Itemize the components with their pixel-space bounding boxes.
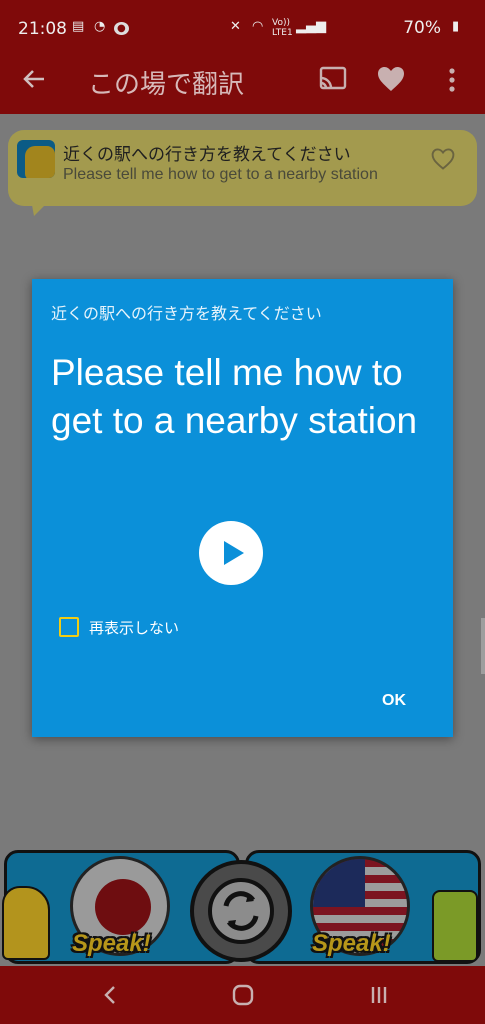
mute-icon: ✕: [230, 19, 241, 34]
dialog-subtitle: 近くの駅への行き方を教えてください: [51, 304, 322, 323]
nav-back-icon[interactable]: [96, 980, 126, 1010]
speaker-avatar-icon: [17, 140, 55, 178]
translation-dialog: 近くの駅への行き方を教えてください Please tell me how to …: [32, 279, 453, 737]
green-character-icon: [432, 890, 478, 962]
notification-icon: ◔: [94, 19, 106, 34]
signal-icon: ▂▄▆: [296, 19, 326, 34]
page-title: この場で翻訳: [88, 70, 245, 100]
back-arrow-icon[interactable]: [20, 65, 48, 93]
speak-japanese-label[interactable]: Speak!: [72, 930, 151, 958]
battery-percent: 70%: [403, 18, 441, 38]
sim-icon: ▤: [72, 19, 85, 34]
dialog-translation: Please tell me how to get to a nearby st…: [51, 352, 418, 441]
phrase-english: Please tell me how to get to a nearby st…: [63, 166, 378, 183]
yellow-character-icon: [2, 886, 50, 960]
speak-bar: Speak! Speak!: [0, 848, 485, 966]
network-label: Vo)) LTE1: [272, 18, 293, 38]
phrase-japanese: 近くの駅への行き方を教えてください: [63, 145, 351, 165]
swap-arrows-icon: [208, 878, 274, 944]
status-time: 21:08: [18, 19, 67, 39]
dont-show-again-checkbox[interactable]: [59, 617, 79, 637]
more-vert-icon[interactable]: [442, 66, 462, 94]
favorite-heart-icon[interactable]: [430, 146, 456, 172]
phrase-bubble[interactable]: 近くの駅への行き方を教えてください Please tell me how to …: [8, 130, 477, 206]
nav-recents-icon[interactable]: [364, 980, 394, 1010]
nav-home-icon[interactable]: [228, 980, 258, 1010]
wifi-icon: ◠: [252, 19, 264, 34]
scrollbar[interactable]: [481, 618, 485, 674]
swap-language-button[interactable]: [190, 860, 292, 962]
heart-icon[interactable]: [376, 64, 406, 94]
play-button[interactable]: [199, 521, 263, 585]
app-notification-icon: ●: [114, 22, 129, 35]
battery-icon: ▮: [452, 19, 460, 34]
cast-icon[interactable]: [318, 66, 348, 92]
ok-button[interactable]: OK: [382, 692, 406, 710]
app-bar: この場で翻訳: [0, 48, 485, 114]
checkbox-label[interactable]: 再表示しない: [89, 617, 179, 638]
system-nav-bar: [0, 966, 485, 1024]
speak-english-label[interactable]: Speak!: [312, 930, 391, 958]
